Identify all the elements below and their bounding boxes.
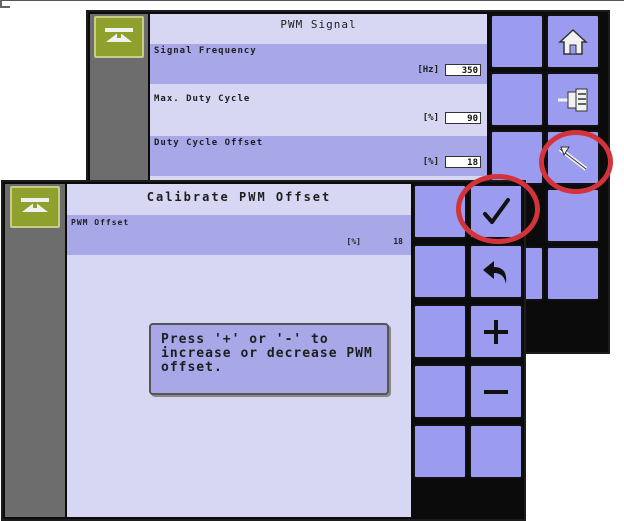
page-corner-mark <box>0 0 10 8</box>
max-duty-cycle-unit: [%] <box>422 113 439 123</box>
calibrate-pwm-offset-screen: Calibrate PWM Offset PWM Offset [%] 18 P… <box>1 180 526 521</box>
sprayer-logo-icon[interactable] <box>10 186 60 228</box>
signal-frequency-row[interactable]: Signal Frequency [Hz] 350 <box>150 44 487 84</box>
minus-icon <box>484 389 508 394</box>
machine-settings-button[interactable] <box>546 72 600 127</box>
signal-frequency-label: Signal Frequency <box>154 46 257 56</box>
back-button[interactable] <box>469 244 523 299</box>
accept-button[interactable] <box>469 184 523 239</box>
sprayer-logo-icon[interactable] <box>94 16 144 58</box>
max-duty-cycle-row[interactable]: Max. Duty Cycle [%] 90 <box>150 92 487 132</box>
pwm-offset-row[interactable]: PWM Offset [%] 18 <box>67 215 411 255</box>
front-left-sidebar <box>5 184 65 517</box>
back-arrow-icon <box>483 260 507 284</box>
calibrate-tool-icon <box>558 146 588 171</box>
increase-button[interactable] <box>469 304 523 359</box>
calibrate-pwm-offset-panel: Calibrate PWM Offset PWM Offset [%] 18 P… <box>67 184 411 517</box>
page-title: Calibrate PWM Offset <box>146 190 332 204</box>
front-blank-button-6[interactable] <box>469 424 523 479</box>
duty-cycle-offset-label: Duty Cycle Offset <box>154 138 264 148</box>
back-blank-button-6[interactable] <box>546 188 600 243</box>
back-blank-button-7[interactable] <box>546 246 600 301</box>
decrease-button[interactable] <box>469 364 523 419</box>
front-blank-button-1[interactable] <box>413 184 467 239</box>
back-blank-button-1[interactable] <box>490 14 544 69</box>
home-button[interactable] <box>546 14 600 69</box>
plus-icon <box>484 319 508 344</box>
calibrate-tool-button[interactable] <box>546 130 600 185</box>
front-blank-button-4[interactable] <box>413 364 467 419</box>
signal-frequency-field[interactable]: 350 <box>445 64 481 76</box>
pwm-offset-value: 18 <box>393 237 403 246</box>
front-blank-button-2[interactable] <box>413 244 467 299</box>
page-top-rule <box>0 0 624 1</box>
back-left-sidebar <box>90 14 148 194</box>
signal-frequency-unit: [Hz] <box>417 65 439 75</box>
front-blank-button-5[interactable] <box>413 424 467 479</box>
instruction-message: Press '+' or '-' to increase or decrease… <box>149 323 389 395</box>
accept-check-icon <box>483 197 510 224</box>
pwm-offset-label: PWM Offset <box>71 218 130 227</box>
duty-cycle-offset-field[interactable]: 18 <box>445 156 481 168</box>
pwm-signal-panel: PWM Signal Signal Frequency [Hz] 350 Max… <box>150 14 487 194</box>
max-duty-cycle-label: Max. Duty Cycle <box>154 94 251 104</box>
page-title: PWM Signal <box>280 18 357 31</box>
duty-cycle-offset-unit: [%] <box>422 157 439 167</box>
front-blank-button-3[interactable] <box>413 304 467 359</box>
max-duty-cycle-field[interactable]: 90 <box>445 112 481 124</box>
back-blank-button-2[interactable] <box>490 72 544 127</box>
pwm-offset-unit: [%] <box>346 237 361 246</box>
home-icon <box>558 28 588 55</box>
machine-settings-icon <box>558 88 588 111</box>
back-blank-button-3[interactable] <box>490 130 544 185</box>
duty-cycle-offset-row[interactable]: Duty Cycle Offset [%] 18 <box>150 136 487 176</box>
